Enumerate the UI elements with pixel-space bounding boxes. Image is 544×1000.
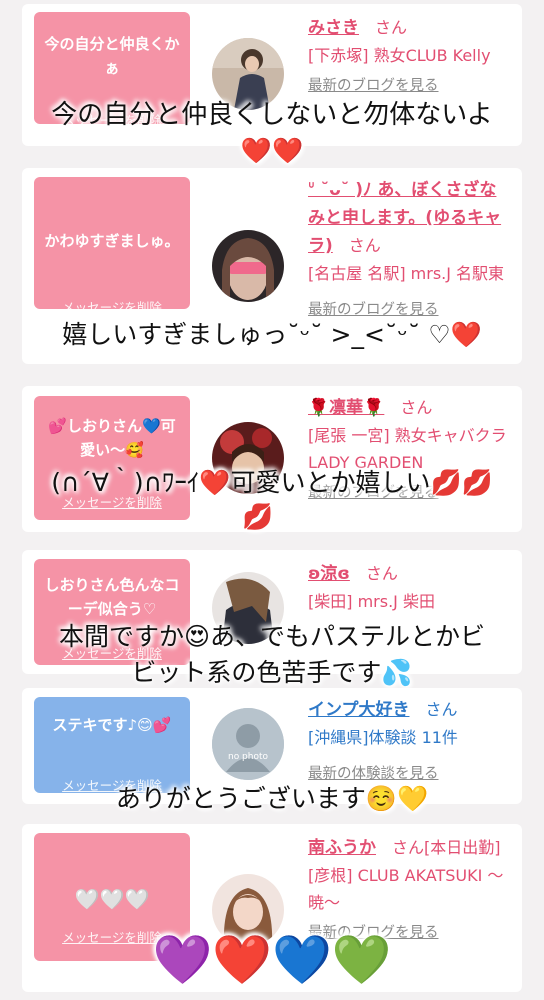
reply-text-4b: ビット系の色苦手です💦 [131, 658, 413, 687]
honorific: さん [375, 18, 408, 37]
reply-emoji-3b: 💋 [242, 502, 274, 531]
message-text: 💕しおりさん💙可愛い〜🥰 [48, 417, 176, 459]
reply-text-2: 嬉しいすぎましゅっ˘ᵕ˘ >_<˘ᵕ˘ ♡❤️ [62, 320, 482, 349]
message-bubble: かわゆすぎましゅ。 メッセージを削除 [34, 177, 190, 315]
honorific: さん [400, 398, 433, 417]
sender-info: インプ大好き さん [沖縄県]体験談 11件 最新の体験談を見る [308, 696, 508, 785]
message-text: かわゆすぎましゅ。 [44, 232, 180, 250]
reply-text-5: ありがとうございます☺️💛 [115, 784, 429, 813]
honorific: さん[本日出勤] [392, 838, 501, 857]
sender-info: ʚ涼ɞ さん [柴田] mrs.J 柴田 [308, 560, 508, 615]
sender-name-link[interactable]: インプ大好き [308, 700, 410, 720]
reply-hearts-6: 💜❤️💙💚 [152, 932, 392, 988]
shop-link[interactable]: [柴田] mrs.J 柴田 [308, 588, 508, 615]
avatar[interactable] [212, 230, 284, 302]
message-text: 🤍🤍🤍 [74, 887, 150, 911]
honorific: さん [425, 700, 458, 719]
reply-hearts-1: ❤️❤️ [240, 136, 304, 165]
message-text: しおりさん色んなコーデ似合う♡ [44, 576, 180, 618]
sender-name-link[interactable]: みさき [308, 18, 359, 38]
honorific: さん [365, 564, 398, 583]
reply-text-1: 今の自分と仲良くしないと勿体ないよ [51, 100, 493, 130]
avatar-placeholder[interactable]: no photo [212, 708, 284, 780]
delete-message-link[interactable]: メッセージを削除 [34, 297, 190, 316]
sender-info: みさき さん [下赤塚] 熟女CLUB Kelly 最新のブログを見る [308, 14, 508, 97]
sender-name-link[interactable]: ᐡ ˘ᴗ˘ )ﾉ あ、ぼくさざなみと申します。(ゆるキャラ) [308, 180, 501, 256]
sender-info: 南ふうか さん[本日出勤] [彦根] CLUB AKATSUKI 〜暁〜 最新の… [308, 834, 508, 944]
reply-text-4a: 本間ですか😍あ、でもパステルとかビ [58, 622, 486, 651]
reply-text-3: (∩´∀｀)∩ﾜｰｲ❤️可愛いとか嬉しい💋💋 [51, 468, 493, 497]
message-text: 今の自分と仲良くかぁ [44, 35, 180, 77]
sender-name-link[interactable]: 南ふうか [308, 838, 376, 858]
message-bubble: ステキです♪😊💕 メッセージを削除 [34, 697, 190, 793]
honorific: さん [348, 236, 381, 255]
sender-name-link[interactable]: ʚ涼ɞ [308, 564, 350, 584]
no-photo-icon [212, 708, 284, 780]
shop-link[interactable]: [名古屋 名駅] mrs.J 名駅東 [308, 260, 508, 287]
shop-link[interactable]: [彦根] CLUB AKATSUKI 〜暁〜 [308, 862, 508, 916]
message-text: ステキです♪😊💕 [52, 716, 172, 734]
shop-link[interactable]: [沖縄県]体験談 11件 [308, 724, 508, 751]
shop-link[interactable]: [下赤塚] 熟女CLUB Kelly [308, 42, 508, 69]
blog-link[interactable]: 最新のブログを見る [308, 75, 508, 97]
sender-info: ᐡ ˘ᴗ˘ )ﾉ あ、ぼくさざなみと申します。(ゆるキャラ) さん [名古屋 名… [308, 176, 508, 321]
sender-name-link[interactable]: 🌹凛華🌹 [308, 398, 384, 418]
no-photo-label: no photo [227, 752, 269, 762]
